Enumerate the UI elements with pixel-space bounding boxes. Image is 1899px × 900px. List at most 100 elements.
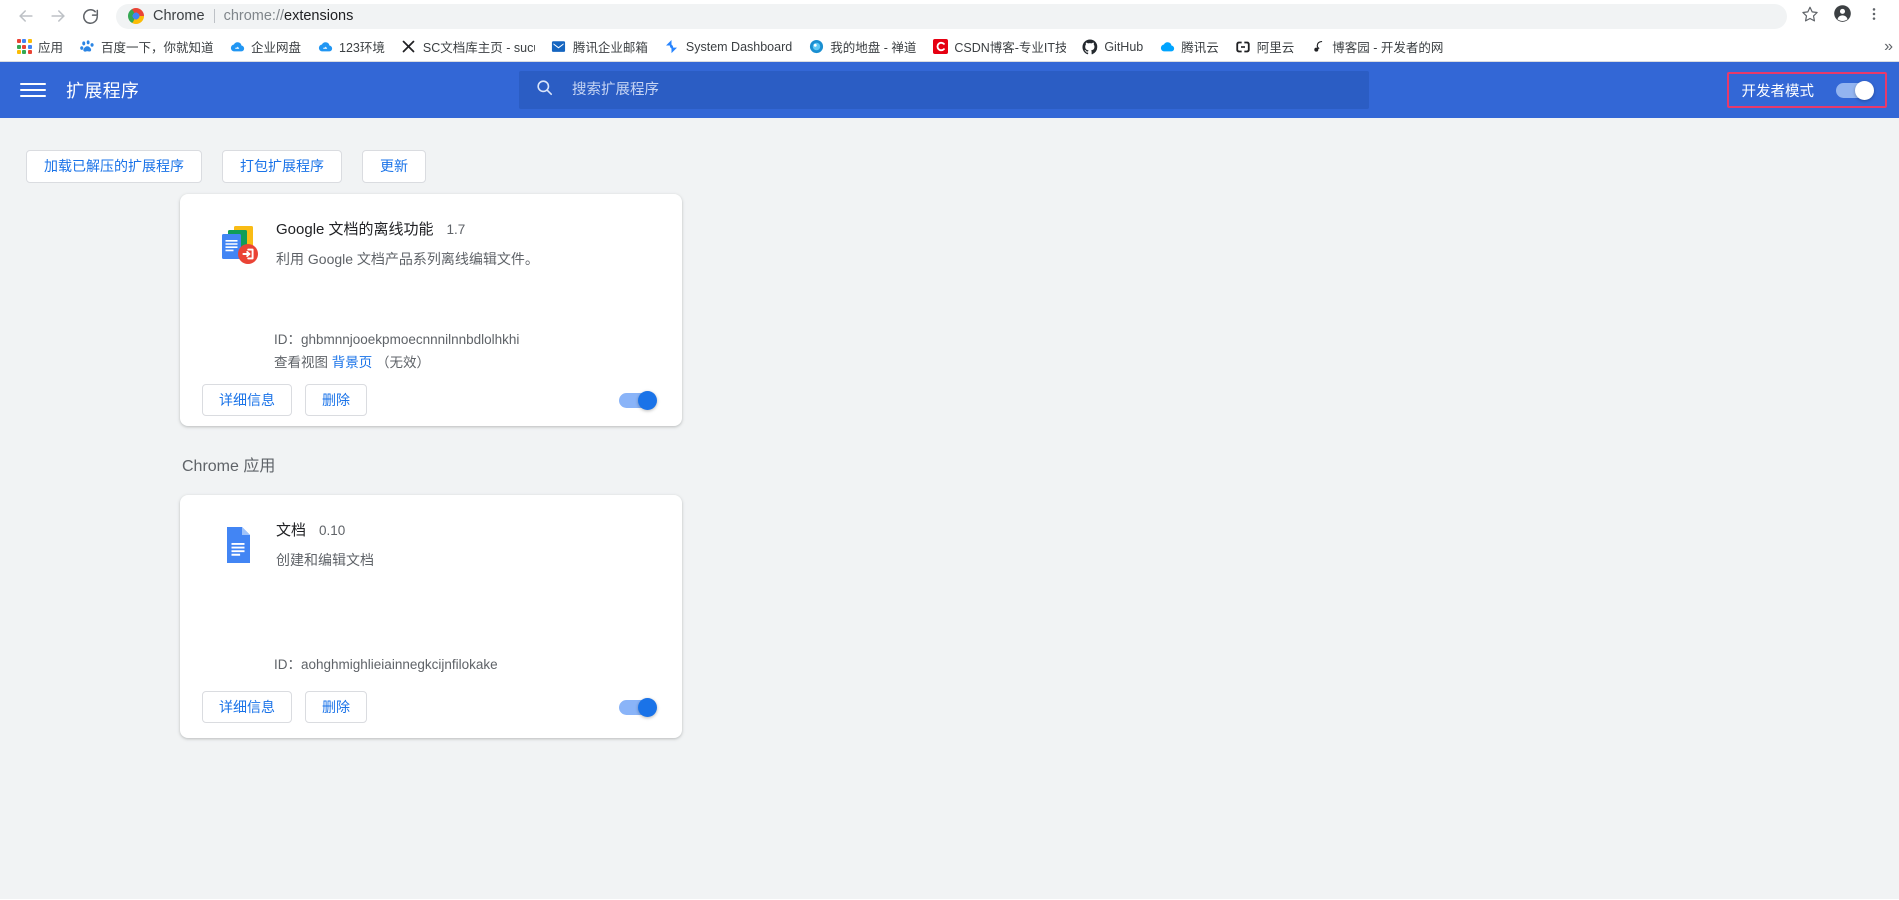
- bookmark-item-baidu[interactable]: 百度一下，你就知道: [71, 34, 221, 59]
- bookmark-label: 应用: [38, 41, 64, 55]
- cloud-icon: [229, 39, 245, 55]
- bookmark-star-button[interactable]: [1795, 1, 1825, 31]
- extension-card-top: Google 文档的离线功能 1.7 利用 Google 文档产品系列离线编辑文…: [202, 216, 662, 268]
- inspect-views-label: 查看视图: [274, 355, 328, 371]
- forward-button[interactable]: [42, 0, 74, 32]
- reload-button[interactable]: [74, 0, 106, 32]
- bookmark-item-enterprise-disk[interactable]: 企业网盘: [221, 34, 309, 59]
- chrome-logo-icon: [128, 8, 144, 24]
- bookmark-label: GitHub: [1104, 39, 1144, 54]
- chrome-apps-section-title: Chrome 应用: [182, 458, 276, 476]
- bookmark-label: CSDN博客-专业IT技: [954, 41, 1067, 55]
- x-icon: [401, 39, 417, 55]
- reload-icon: [81, 7, 100, 26]
- app-name: 文档: [276, 522, 307, 540]
- app-metadata: ID：aohghmighlieiainnegkcijnfilokake: [180, 655, 682, 676]
- load-unpacked-button[interactable]: 加载已解压的扩展程序: [26, 149, 202, 183]
- bookmarks-overflow-button[interactable]: »: [1874, 32, 1893, 61]
- remove-button[interactable]: 删除: [305, 384, 367, 417]
- bookmark-label: 企业网盘: [251, 41, 302, 55]
- details-button[interactable]: 详细信息: [202, 384, 292, 417]
- update-button[interactable]: 更新: [362, 149, 426, 183]
- developer-mode-toggle[interactable]: [1836, 80, 1874, 100]
- chrome-menu-button[interactable]: [1859, 1, 1889, 31]
- id-label: ID：: [274, 657, 301, 673]
- app-card: 文档 0.10 创建和编辑文档 ID：aohghmighlieiainnegkc…: [180, 495, 682, 739]
- extension-card-text: Google 文档的离线功能 1.7 利用 Google 文档产品系列离线编辑文…: [276, 216, 539, 268]
- pack-extension-button[interactable]: 打包扩展程序: [222, 149, 342, 183]
- mail-icon: [551, 39, 567, 55]
- developer-mode-control[interactable]: 开发者模式: [1726, 72, 1887, 108]
- back-arrow-icon: [16, 6, 36, 26]
- extension-views-row: 查看视图 背景页 （无效）: [274, 353, 662, 374]
- aliyun-icon: [1235, 39, 1251, 55]
- bookmark-label: 123环境: [339, 41, 385, 55]
- bookmark-item-system-dashboard[interactable]: System Dashboard: [656, 36, 800, 58]
- search-box[interactable]: [519, 71, 1369, 109]
- extension-id: ghbmnnjooekpmoecnnnilnnbdlolhkhi: [301, 332, 520, 348]
- chrome-menu-icon: [1866, 6, 1882, 27]
- extensions-list-container: Google 文档的离线功能 1.7 利用 Google 文档产品系列离线编辑文…: [0, 194, 1899, 739]
- app-enabled-toggle[interactable]: [619, 697, 657, 717]
- extensions-toolbar: 加载已解压的扩展程序 打包扩展程序 更新: [0, 118, 1899, 194]
- extension-card: Google 文档的离线功能 1.7 利用 Google 文档产品系列离线编辑文…: [180, 194, 682, 427]
- extension-card-footer: 详细信息 删除: [180, 374, 682, 426]
- bookmark-label: 阿里云: [1256, 41, 1295, 55]
- bookmark-item-tencent-cloud[interactable]: 腾讯云: [1151, 34, 1227, 59]
- bookmark-label: 腾讯云: [1181, 41, 1219, 55]
- card-spacer: [180, 569, 682, 655]
- baidu-icon: [79, 39, 95, 55]
- bookmark-label: SC文档库主页 - sucu: [422, 41, 535, 55]
- remove-button[interactable]: 删除: [305, 691, 367, 724]
- omnibox-divider: [213, 9, 215, 23]
- extension-id-row: ID：ghbmnnjooekpmoecnnnilnnbdlolhkhi: [274, 330, 662, 351]
- bookmark-item-sc-docs[interactable]: SC文档库主页 - sucu: [393, 34, 543, 59]
- extension-version: 1.7: [446, 222, 466, 237]
- forward-arrow-icon: [48, 6, 68, 26]
- bookmark-item-csdn[interactable]: CSDN博客-专业IT技: [924, 34, 1074, 59]
- omnibox-url-host: chrome://: [223, 8, 285, 24]
- google-docs-icon: [214, 521, 262, 569]
- extensions-header: 扩展程序 开发者模式: [0, 62, 1899, 118]
- app-id: aohghmighlieiainnegkcijnfilokake: [301, 657, 498, 673]
- app-card-top: 文档 0.10 创建和编辑文档: [202, 517, 662, 569]
- bookmark-label: 百度一下，你就知道: [101, 41, 214, 55]
- github-icon: [1082, 39, 1098, 55]
- cloud-icon: [317, 39, 333, 55]
- browser-toolbar: Chrome chrome://extensions: [0, 0, 1899, 32]
- app-id-row: ID：aohghmighlieiainnegkcijnfilokake: [274, 655, 662, 676]
- bookmark-item-github[interactable]: GitHub: [1074, 36, 1151, 58]
- bookmark-item-123env[interactable]: 123环境: [309, 34, 393, 59]
- developer-mode-label: 开发者模式: [1741, 83, 1815, 100]
- id-label: ID：: [274, 332, 301, 348]
- background-page-link[interactable]: 背景页: [332, 355, 373, 370]
- bookmark-item-cnblogs[interactable]: 博客园 - 开发者的网: [1302, 34, 1451, 59]
- extensions-page: 扩展程序 开发者模式 加载已解压的扩展程序 打包扩展程序 更新: [0, 62, 1899, 899]
- profile-button[interactable]: [1827, 1, 1857, 31]
- view-inactive-note: （无效）: [376, 355, 431, 371]
- extension-metadata: ID：ghbmnnjooekpmoecnnnilnnbdlolhkhi 查看视图…: [180, 330, 682, 374]
- address-bar[interactable]: Chrome chrome://extensions: [116, 3, 1787, 29]
- app-card-text: 文档 0.10 创建和编辑文档: [276, 517, 374, 569]
- hamburger-menu-icon[interactable]: [20, 77, 46, 103]
- bookmark-star-icon: [1801, 5, 1819, 28]
- bookmark-item-tencent-mail[interactable]: 腾讯企业邮箱: [543, 34, 656, 59]
- search-input[interactable]: [570, 81, 1353, 99]
- details-button[interactable]: 详细信息: [202, 691, 292, 724]
- bookmark-label: 我的地盘 - 禅道: [830, 41, 917, 55]
- google-docs-offline-icon: [214, 220, 262, 268]
- bookmark-item-zentao[interactable]: 我的地盘 - 禅道: [800, 34, 924, 59]
- app-name-line: 文档 0.10: [276, 519, 374, 540]
- toggle-knob: [1855, 80, 1874, 100]
- omnibox-scheme-label: Chrome: [153, 8, 205, 24]
- extension-enabled-toggle[interactable]: [619, 390, 657, 410]
- zentao-icon: [808, 39, 824, 55]
- back-button[interactable]: [10, 0, 42, 32]
- bookmark-item-aliyun[interactable]: 阿里云: [1227, 34, 1303, 59]
- card-spacer: [180, 268, 682, 330]
- extension-name-line: Google 文档的离线功能 1.7: [276, 218, 539, 239]
- toolbar-right-actions: [1795, 1, 1889, 31]
- profile-avatar-icon: [1833, 4, 1852, 28]
- bookmark-item-apps[interactable]: 应用: [8, 34, 71, 59]
- tencent-cloud-icon: [1159, 39, 1175, 55]
